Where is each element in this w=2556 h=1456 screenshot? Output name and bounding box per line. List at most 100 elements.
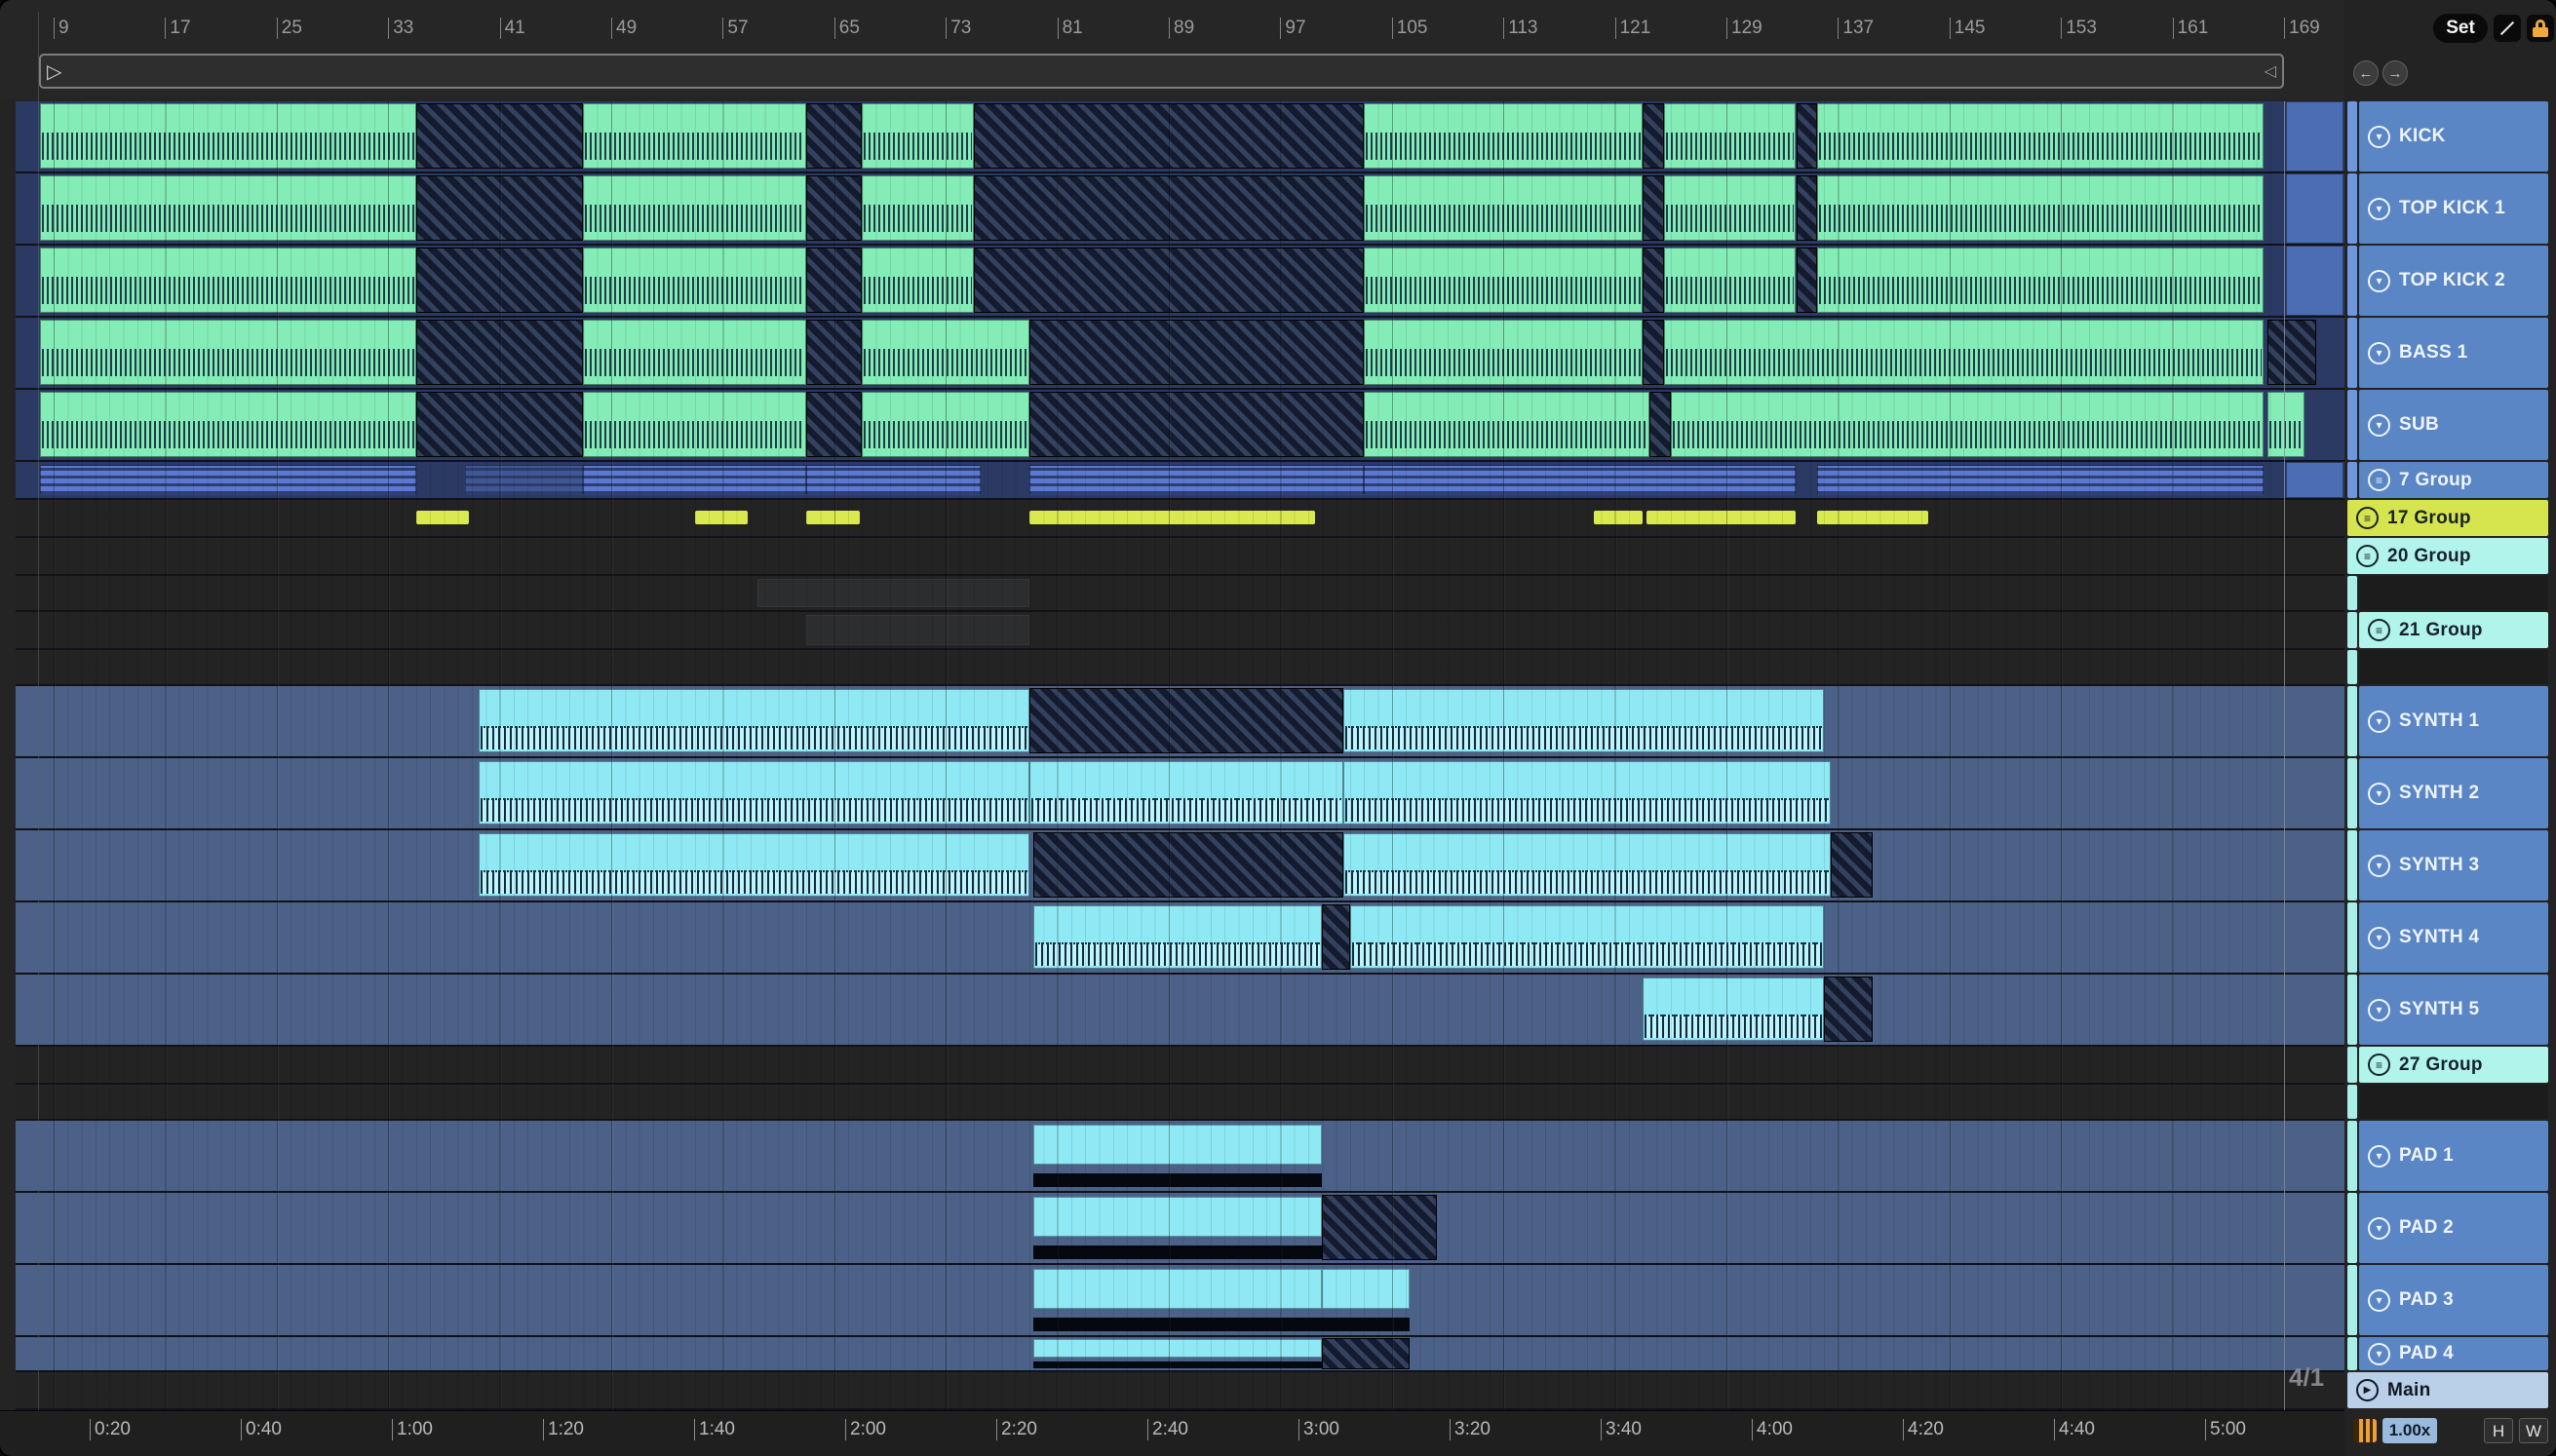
- clip-hatch[interactable]: [1643, 248, 1664, 314]
- track-header-block[interactable]: ▾ PAD 1: [2359, 1121, 2548, 1191]
- clip-yellow[interactable]: [806, 511, 860, 524]
- clip-endblue[interactable]: [2286, 462, 2343, 498]
- group-spacer-lane[interactable]: [16, 576, 2344, 610]
- group-spacer-header[interactable]: [2347, 576, 2548, 610]
- collapse-arrow-icon[interactable]: ▾: [2368, 197, 2390, 220]
- track-lane-main[interactable]: [16, 1372, 2344, 1408]
- track-lane-kick[interactable]: [16, 101, 2344, 172]
- clip-green[interactable]: [1663, 248, 1797, 314]
- clip-blue[interactable]: [806, 464, 981, 496]
- clip-green[interactable]: [39, 248, 416, 314]
- track-header-20-group[interactable]: ≡ 20 Group: [2347, 538, 2548, 574]
- track-header-21-group[interactable]: ≡ 21 Group: [2347, 612, 2548, 648]
- clip-cyan[interactable]: [1643, 977, 1825, 1041]
- clip-ghost[interactable]: [757, 578, 1029, 608]
- clip-hatch[interactable]: [1643, 320, 1664, 386]
- group-spacer-header[interactable]: [2347, 650, 2548, 684]
- clip-endblue[interactable]: [2286, 247, 2343, 315]
- collapse-arrow-icon[interactable]: ▾: [2368, 1216, 2390, 1240]
- clip-hatch[interactable]: [973, 248, 1365, 314]
- group-spacer-header[interactable]: [2347, 1085, 2548, 1119]
- group-fold-icon[interactable]: ≡: [2368, 1054, 2390, 1076]
- collapse-arrow-icon[interactable]: ▾: [2368, 998, 2390, 1021]
- track-header-bass-1[interactable]: ▾ BASS 1: [2347, 318, 2548, 388]
- playback-speed[interactable]: 1.00x: [2382, 1418, 2437, 1443]
- clip-green[interactable]: [862, 175, 974, 242]
- group-fold-icon[interactable]: ≡: [2368, 469, 2390, 491]
- clip-hatch[interactable]: [2266, 320, 2316, 386]
- track-header-pad-3[interactable]: ▾ PAD 3: [2347, 1265, 2548, 1335]
- track-header-block[interactable]: ▾ SYNTH 2: [2359, 758, 2548, 828]
- collapse-arrow-icon[interactable]: ▾: [2368, 413, 2390, 437]
- clip-green[interactable]: [583, 392, 807, 458]
- clip-blue[interactable]: [1364, 464, 1797, 496]
- track-lane-synth-4[interactable]: [16, 902, 2344, 973]
- lock-icon[interactable]: [2527, 15, 2554, 42]
- clip-endblue[interactable]: [2286, 102, 2343, 171]
- clip-green[interactable]: [862, 103, 974, 170]
- track-header-synth-5[interactable]: ▾ SYNTH 5: [2347, 975, 2548, 1045]
- track-lane-pad-2[interactable]: [16, 1193, 2344, 1263]
- clip-green[interactable]: [1364, 320, 1644, 386]
- clip-hatch[interactable]: [1831, 832, 1874, 899]
- clip-green[interactable]: [1364, 103, 1644, 170]
- track-header-block[interactable]: ▾ SUB: [2359, 390, 2548, 460]
- clip-green[interactable]: [1816, 175, 2264, 242]
- clip-yellow[interactable]: [694, 511, 749, 524]
- clip-green[interactable]: [1663, 175, 1797, 242]
- clip-hatch[interactable]: [806, 392, 863, 458]
- clip-green[interactable]: [583, 248, 807, 314]
- track-lane-bass-1[interactable]: [16, 318, 2344, 388]
- track-header-27-group[interactable]: ≡ 27 Group: [2347, 1047, 2548, 1083]
- clip-green[interactable]: [39, 103, 416, 170]
- clip-green[interactable]: [862, 320, 1029, 386]
- clip-hatch[interactable]: [1824, 977, 1874, 1043]
- draw-mode-icon[interactable]: [2494, 15, 2521, 42]
- track-header-top-kick-1[interactable]: ▾ TOP KICK 1: [2347, 173, 2548, 244]
- clip-hatch[interactable]: [1029, 320, 1365, 386]
- group-spacer-lane[interactable]: [16, 1085, 2344, 1119]
- collapse-arrow-icon[interactable]: ▾: [2368, 709, 2390, 733]
- clip-hatch[interactable]: [1796, 103, 1817, 170]
- track-lane-synth-1[interactable]: [16, 686, 2344, 756]
- track-header-block[interactable]: ≡ 20 Group: [2347, 538, 2548, 574]
- track-header-top-kick-2[interactable]: ▾ TOP KICK 2: [2347, 246, 2548, 316]
- clip-hatch[interactable]: [1643, 103, 1664, 170]
- track-header-block[interactable]: ▾ SYNTH 4: [2359, 902, 2548, 973]
- clip-cyan[interactable]: [479, 760, 1029, 824]
- clip-cyanpad[interactable]: [1322, 1267, 1411, 1333]
- clip-blue[interactable]: [583, 464, 807, 496]
- back-arrow-button[interactable]: ←: [2353, 60, 2379, 86]
- clip-hatch[interactable]: [415, 248, 584, 314]
- time-ruler[interactable]: [0, 1410, 2556, 1456]
- clip-ghost[interactable]: [806, 614, 1029, 646]
- track-header-synth-4[interactable]: ▾ SYNTH 4: [2347, 902, 2548, 973]
- collapse-arrow-icon[interactable]: ▾: [2368, 269, 2390, 292]
- clip-green[interactable]: [39, 175, 416, 242]
- clip-cyan[interactable]: [1029, 760, 1343, 824]
- clip-hatch[interactable]: [973, 103, 1365, 170]
- clip-cyanpad[interactable]: [1033, 1195, 1323, 1261]
- clip-hatch[interactable]: [806, 103, 863, 170]
- clip-green[interactable]: [1663, 320, 2264, 386]
- track-lane-synth-3[interactable]: [16, 830, 2344, 900]
- arrangement-area[interactable]: [16, 101, 2344, 1410]
- track-header-block[interactable]: ▾ PAD 2: [2359, 1193, 2548, 1263]
- clip-hatch[interactable]: [1029, 392, 1365, 458]
- track-header-block[interactable]: ▶ Main: [2347, 1372, 2548, 1408]
- track-lane-synth-2[interactable]: [16, 758, 2344, 828]
- clip-hatch[interactable]: [415, 320, 584, 386]
- clip-hatch[interactable]: [1796, 175, 1817, 242]
- track-header-synth-3[interactable]: ▾ SYNTH 3: [2347, 830, 2548, 900]
- track-lane-21-group[interactable]: [16, 612, 2344, 648]
- track-header-7-group[interactable]: ≡ 7 Group: [2347, 462, 2548, 498]
- width-zoom-button[interactable]: W: [2519, 1418, 2548, 1443]
- clip-yellow[interactable]: [1029, 511, 1316, 524]
- clip-yellow[interactable]: [1594, 511, 1644, 524]
- track-lane-7-group[interactable]: [16, 462, 2344, 498]
- group-fold-icon[interactable]: ≡: [2356, 507, 2379, 529]
- clip-green[interactable]: [2266, 392, 2305, 458]
- clip-green[interactable]: [1816, 248, 2264, 314]
- track-header-kick[interactable]: ▾ KICK: [2347, 101, 2548, 172]
- clip-cyan[interactable]: [1342, 832, 1832, 897]
